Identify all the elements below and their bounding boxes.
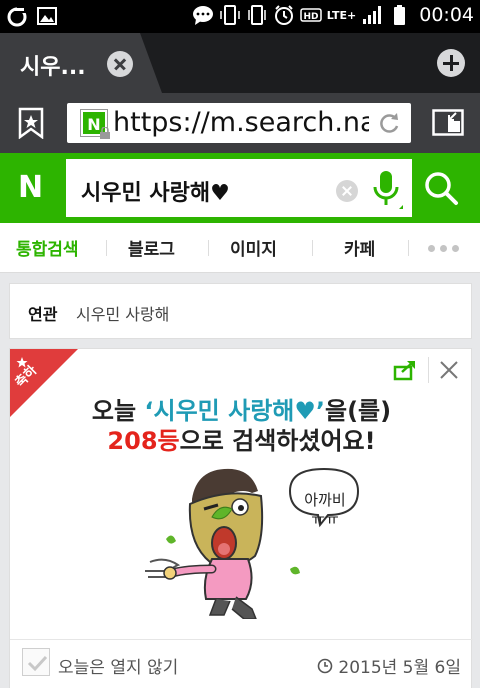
browser-tab[interactable]: 시우...: [0, 33, 162, 93]
tab-switcher-icon[interactable]: [432, 109, 464, 136]
tab-title: 시우...: [20, 55, 86, 80]
search-rank: 208등: [107, 427, 180, 455]
url-field[interactable]: N https://m.search.naver.com/search.nave…: [67, 103, 411, 143]
close-icon[interactable]: [438, 359, 460, 381]
more-icon[interactable]: [428, 245, 459, 252]
related-term-link[interactable]: 시우민 사랑해: [76, 301, 169, 325]
browser-tab-strip: 시우...: [0, 33, 480, 126]
plus-icon[interactable]: [437, 49, 465, 77]
g-app-icon: [7, 7, 27, 27]
chat-icon: [192, 6, 213, 25]
bubble-line: 아까비: [304, 491, 346, 509]
reload-icon[interactable]: [377, 111, 401, 135]
status-bar: HD LTE+ 00:04: [0, 0, 480, 33]
tab-blog[interactable]: 블로그: [128, 235, 175, 260]
close-icon[interactable]: [107, 51, 133, 77]
divider: [428, 357, 429, 383]
celebration-card: 축하 오늘 ‘시우민 사랑해♥’을(를) 208등으로 검색하셨어요! 아까비 …: [9, 348, 473, 688]
signal-icon: [363, 6, 382, 24]
divider: [106, 240, 107, 256]
divider: [208, 240, 209, 256]
clear-icon[interactable]: [336, 180, 358, 202]
bubble-line: ㅠㅠ: [311, 510, 339, 528]
related-searches: 연관 시우민 사랑해: [9, 283, 472, 339]
vibrate-icon: [248, 5, 266, 25]
url-bar: N https://m.search.naver.com/search.nave…: [0, 93, 480, 153]
check-icon: [27, 655, 48, 672]
divider: [408, 240, 409, 256]
microphone-icon[interactable]: [369, 169, 403, 209]
battery-icon: [394, 5, 406, 25]
tab-image[interactable]: 이미지: [230, 235, 277, 260]
dont-show-today-label[interactable]: 오늘은 열지 않기: [58, 653, 178, 678]
phone-vibrate-icon: [220, 5, 240, 25]
divider: [312, 240, 313, 256]
tab-cafe[interactable]: 카페: [344, 235, 375, 260]
search-input[interactable]: 시우민 사랑해♥: [66, 159, 412, 217]
clock-icon: [318, 658, 333, 673]
dont-show-today-checkbox[interactable]: [22, 648, 50, 676]
card-footer: 오늘은 열지 않기 2015년 5월 6일: [10, 639, 473, 688]
url-text: https://m.search.naver.com/search.naver?…: [113, 107, 369, 138]
date-display: 2015년 5월 6일: [317, 653, 461, 678]
naver-search-header: N 시우민 사랑해♥: [0, 153, 480, 223]
network-type: LTE+: [326, 8, 357, 22]
alarm-icon: [274, 5, 293, 25]
category-tabs: 통합검색 블로그 이미지 카페: [0, 223, 480, 273]
lock-icon: [100, 127, 110, 139]
related-label: 연관: [28, 305, 58, 324]
search-query: 시우민 사랑해♥: [81, 181, 230, 206]
subline-suffix: 으로 검색하셨어요!: [179, 427, 376, 455]
card-subline: 208등으로 검색하셨어요!: [10, 421, 473, 456]
image-icon: [37, 7, 57, 25]
share-icon[interactable]: [393, 359, 417, 381]
date-text: 2015년 5월 6일: [338, 658, 461, 678]
tab-integrated-search[interactable]: 통합검색: [16, 235, 79, 260]
search-icon[interactable]: [418, 165, 466, 213]
clock-time: 00:04: [419, 4, 474, 26]
naver-logo[interactable]: N: [18, 171, 52, 205]
speech-bubble-text: 아까비 ㅠㅠ: [290, 491, 360, 529]
bookmark-star-icon[interactable]: [16, 107, 46, 139]
cartoon-character-illustration: [145, 467, 360, 619]
svg-text:HD: HD: [303, 12, 318, 22]
hd-voice-icon: HD: [300, 8, 322, 22]
